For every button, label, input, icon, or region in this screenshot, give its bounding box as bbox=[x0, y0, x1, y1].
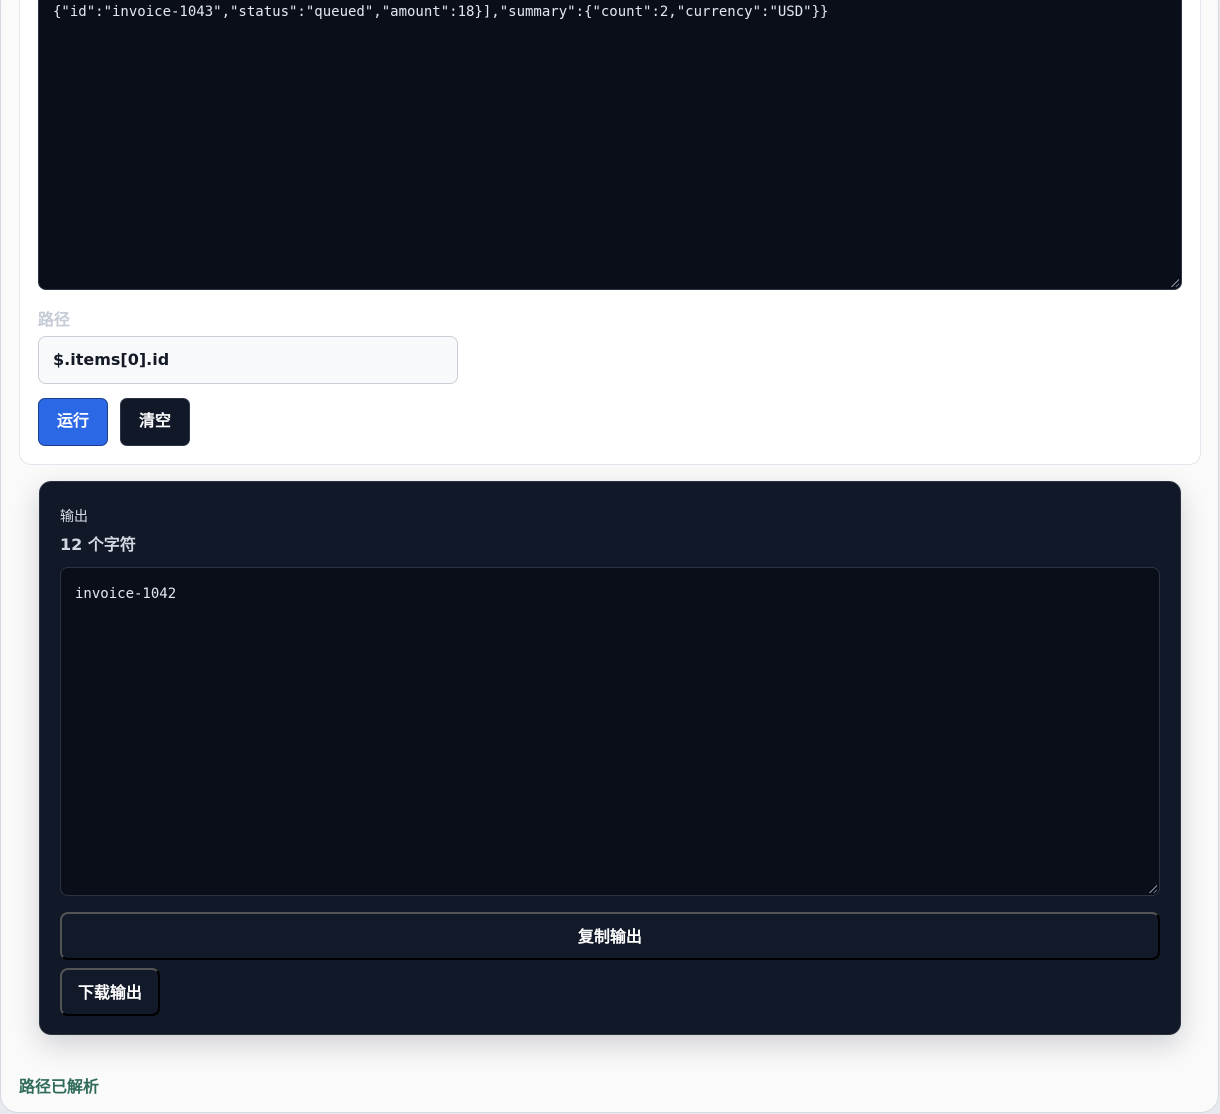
output-char-count: 12 个字符 bbox=[60, 535, 136, 554]
output-textarea[interactable]: invoice-1042 bbox=[60, 567, 1160, 896]
download-output-button[interactable]: 下载输出 bbox=[60, 968, 160, 1016]
output-resize-handle[interactable] bbox=[1148, 884, 1157, 893]
json-input-text: {"id":"invoice-1043","status":"queued","… bbox=[53, 4, 829, 20]
output-text: invoice-1042 bbox=[75, 586, 177, 602]
status-message: 路径已解析 bbox=[19, 1077, 100, 1096]
path-label: 路径 bbox=[38, 310, 71, 329]
json-input-textarea[interactable]: {"id":"invoice-1043","status":"queued","… bbox=[38, 0, 1182, 290]
copy-output-button[interactable]: 复制输出 bbox=[60, 912, 1160, 960]
clear-button[interactable]: 清空 bbox=[120, 398, 190, 446]
run-button[interactable]: 运行 bbox=[38, 398, 108, 446]
path-input[interactable]: $.items[0].id bbox=[38, 336, 458, 384]
output-title: 输出 bbox=[60, 509, 88, 525]
textarea-resize-handle[interactable] bbox=[1170, 278, 1179, 287]
output-panel: 输出 12 个字符 invoice-1042 复制输出 下载输出 bbox=[39, 481, 1181, 1035]
